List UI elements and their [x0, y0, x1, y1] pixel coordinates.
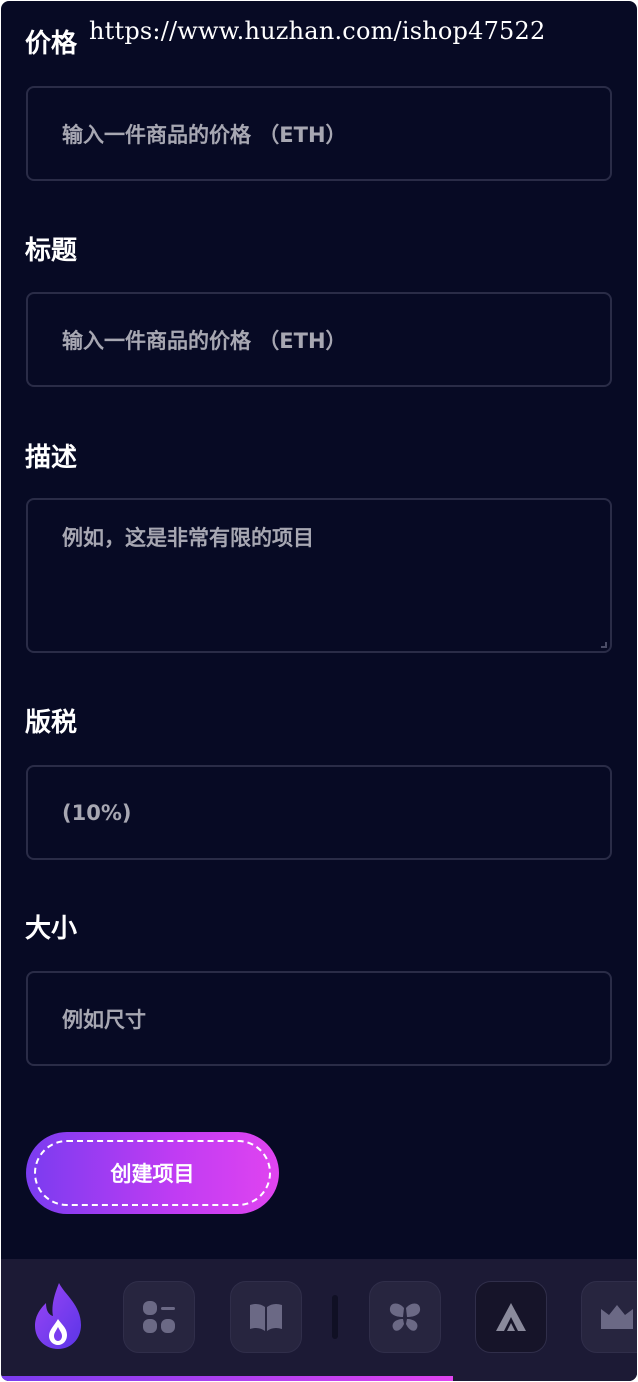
title-label: 标题 [25, 236, 78, 266]
price-label: 价格 [25, 29, 78, 59]
title-input[interactable]: 输入一件商品的价格 （ETH） [26, 292, 612, 387]
description-placeholder: 例如，这是非常有限的项目 [62, 526, 314, 550]
flame-logo-icon[interactable] [29, 1281, 89, 1353]
watermark-url: https://www.huzhan.com/ishop47522 [89, 17, 546, 45]
create-item-button[interactable]: 创建项目 [26, 1132, 279, 1214]
nav-divider [332, 1295, 338, 1339]
crown-icon [601, 1305, 633, 1329]
title-placeholder: 输入一件商品的价格 （ETH） [62, 328, 347, 353]
book-icon [250, 1303, 282, 1331]
nav-book-button[interactable] [230, 1281, 302, 1353]
nav-a-button[interactable] [475, 1281, 547, 1353]
size-placeholder: 例如尺寸 [62, 1007, 146, 1032]
royalty-input[interactable]: (10%) [26, 765, 612, 860]
price-input[interactable]: 输入一件商品的价格 （ETH） [26, 86, 612, 181]
description-textarea[interactable]: 例如，这是非常有限的项目 [26, 498, 612, 653]
nav-dashboard-button[interactable] [123, 1281, 195, 1353]
royalty-label: 版税 [25, 708, 78, 738]
triangle-a-icon [496, 1303, 526, 1331]
dashboard-grid-icon [143, 1301, 175, 1333]
resize-handle-icon[interactable] [601, 642, 607, 648]
butterfly-icon [389, 1303, 421, 1331]
price-placeholder: 输入一件商品的价格 （ETH） [62, 122, 347, 147]
nav-progress-bar [1, 1376, 453, 1381]
create-item-label: 创建项目 [110, 1162, 195, 1186]
bottom-nav-bar [1, 1259, 637, 1381]
app-frame: https://www.huzhan.com/ishop47522 价格 输入一… [1, 1, 637, 1381]
size-label: 大小 [25, 914, 78, 944]
nav-crown-button[interactable] [581, 1281, 637, 1353]
royalty-placeholder: (10%) [62, 800, 132, 825]
description-label: 描述 [25, 443, 78, 473]
size-input[interactable]: 例如尺寸 [26, 971, 612, 1066]
nav-butterfly-button[interactable] [369, 1281, 441, 1353]
